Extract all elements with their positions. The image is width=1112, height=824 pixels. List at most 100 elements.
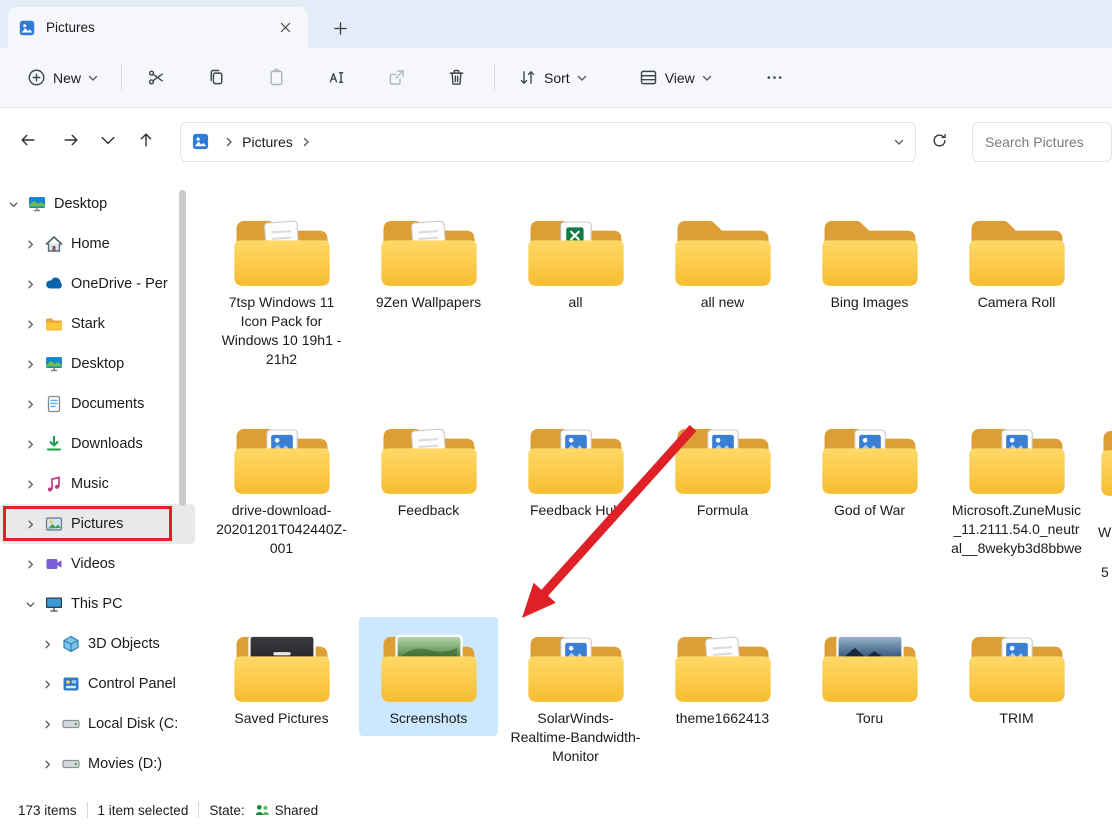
chevron-down-icon[interactable] [6, 199, 20, 210]
pictures-icon [44, 514, 64, 534]
disk-icon [61, 754, 81, 774]
downloads-icon [44, 434, 64, 454]
chevron-right-icon[interactable] [23, 399, 37, 410]
sidebar-item-videos[interactable]: Videos [0, 544, 195, 584]
sidebar-item-documents[interactable]: Documents [0, 384, 195, 424]
chevron-down-icon[interactable] [23, 599, 37, 610]
new-button[interactable]: New [16, 59, 109, 96]
address-dropdown-button[interactable] [893, 136, 905, 148]
plus-circle-icon [26, 67, 47, 88]
copy-icon [206, 67, 227, 88]
sidebar-item-label: This PC [71, 596, 123, 612]
chevron-right-icon[interactable] [40, 639, 54, 650]
copy-button[interactable] [194, 60, 238, 96]
tab-pictures[interactable]: Pictures [8, 7, 308, 48]
new-tab-button[interactable] [326, 17, 354, 43]
chevron-right-icon[interactable] [40, 759, 54, 770]
chevron-down-icon [98, 130, 118, 153]
file-item-formula[interactable]: Formula [653, 409, 792, 528]
chevron-right-icon[interactable] [23, 559, 37, 570]
chevron-right-icon[interactable] [23, 279, 37, 290]
chevron-right-icon[interactable] [23, 479, 37, 490]
scissors-icon [146, 67, 167, 88]
sidebar-scrollbar[interactable] [179, 190, 186, 506]
sidebar-item-home[interactable]: Home [0, 224, 195, 264]
back-button[interactable] [12, 125, 44, 159]
file-item-screenshots[interactable]: Screenshots [359, 617, 498, 736]
sidebar-item-control-panel[interactable]: Control Panel [0, 664, 195, 704]
file-item-trim[interactable]: TRIM [947, 617, 1086, 736]
folder-icon [377, 207, 481, 289]
file-item-partial[interactable] [1097, 417, 1112, 501]
file-item-microsoft-zunemusic-11-2111-54[interactable]: Microsoft.ZuneMusic_11.2111.54.0_neutral… [947, 409, 1086, 566]
sidebar-item-pictures[interactable]: Pictures [0, 504, 195, 544]
pictures-icon [18, 19, 36, 37]
breadcrumb[interactable]: Pictures [180, 122, 915, 162]
chevron-right-icon[interactable] [23, 239, 37, 250]
breadcrumb-item-pictures[interactable]: Pictures [242, 134, 293, 150]
file-item-9zen-wallpapers[interactable]: 9Zen Wallpapers [359, 201, 498, 320]
view-button[interactable]: View [628, 59, 723, 96]
tab-close-button[interactable] [272, 15, 298, 41]
folder-icon [818, 207, 922, 289]
file-label: drive-download-20201201T042440Z-001 [215, 501, 348, 558]
file-item-toru[interactable]: Toru [800, 617, 939, 736]
paste-button[interactable] [254, 60, 298, 96]
chevron-right-icon[interactable] [23, 439, 37, 450]
refresh-icon [930, 131, 949, 153]
sidebar-item-this-pc[interactable]: This PC [0, 584, 195, 624]
state-label: State: [209, 803, 244, 818]
file-item-7tsp-windows-11-icon-pack-for-[interactable]: 7tsp Windows 11 Icon Pack for Windows 10… [212, 201, 351, 377]
chevron-right-icon[interactable] [23, 319, 37, 330]
refresh-button[interactable] [924, 125, 956, 159]
search-input[interactable] [972, 122, 1112, 162]
sidebar-item-movies-d[interactable]: Movies (D:) [0, 744, 195, 784]
recent-locations-button[interactable] [97, 125, 120, 159]
file-item-drive-download-20201201t042440[interactable]: drive-download-20201201T042440Z-001 [212, 409, 351, 566]
sidebar-item-stark[interactable]: Stark [0, 304, 195, 344]
more-options-button[interactable] [753, 60, 797, 96]
file-item-bing-images[interactable]: Bing Images [800, 201, 939, 320]
file-item-camera-roll[interactable]: Camera Roll [947, 201, 1086, 320]
chevron-down-icon [701, 72, 713, 84]
file-item-solarwinds-realtime-bandwidth-[interactable]: SolarWinds-Realtime-Bandwidth-Monitor [506, 617, 645, 774]
file-item-god-of-war[interactable]: God of War [800, 409, 939, 528]
sidebar-item-3d-objects[interactable]: 3D Objects [0, 624, 195, 664]
chevron-right-icon[interactable] [40, 679, 54, 690]
cut-button[interactable] [134, 60, 178, 96]
file-item-feedback[interactable]: Feedback [359, 409, 498, 528]
close-icon [280, 20, 291, 36]
file-item-theme1662413[interactable]: theme1662413 [653, 617, 792, 736]
chevron-right-icon [223, 136, 235, 148]
sidebar-item-music[interactable]: Music [0, 464, 195, 504]
chevron-right-icon[interactable] [23, 519, 37, 530]
chevron-right-icon[interactable] [23, 359, 37, 370]
file-item-saved-pictures[interactable]: Saved Pictures [212, 617, 351, 736]
up-button[interactable] [130, 125, 162, 159]
sidebar-item-desktop[interactable]: Desktop [0, 344, 195, 384]
shared-label[interactable]: Shared [275, 803, 319, 818]
file-label: Screenshots [390, 709, 468, 728]
share-button[interactable] [374, 60, 418, 96]
file-item-all-new[interactable]: all new [653, 201, 792, 320]
chevron-down-icon [576, 72, 588, 84]
title-bar: Pictures [0, 0, 1112, 48]
chevron-right-icon[interactable] [40, 719, 54, 730]
trash-icon [446, 67, 467, 88]
sidebar-item-local-disk-c[interactable]: Local Disk (C: [0, 704, 195, 744]
file-item-all[interactable]: all [506, 201, 645, 320]
file-label: Feedback [398, 501, 459, 520]
videos-icon [44, 554, 64, 574]
home-icon [44, 234, 64, 254]
forward-button[interactable] [54, 125, 86, 159]
nav-pane: DesktopHomeOneDrive - PerStarkDesktopDoc… [0, 175, 195, 796]
delete-button[interactable] [434, 60, 478, 96]
rename-button[interactable] [314, 60, 358, 96]
sidebar-item-downloads[interactable]: Downloads [0, 424, 195, 464]
sidebar-item-desktop[interactable]: Desktop [0, 184, 195, 224]
sidebar-item-onedrive-per[interactable]: OneDrive - Per [0, 264, 195, 304]
file-item-feedback-hub[interactable]: Feedback Hub [506, 409, 645, 528]
folder-icon [377, 415, 481, 497]
sort-button[interactable]: Sort [507, 59, 598, 96]
folder-icon [377, 623, 481, 705]
